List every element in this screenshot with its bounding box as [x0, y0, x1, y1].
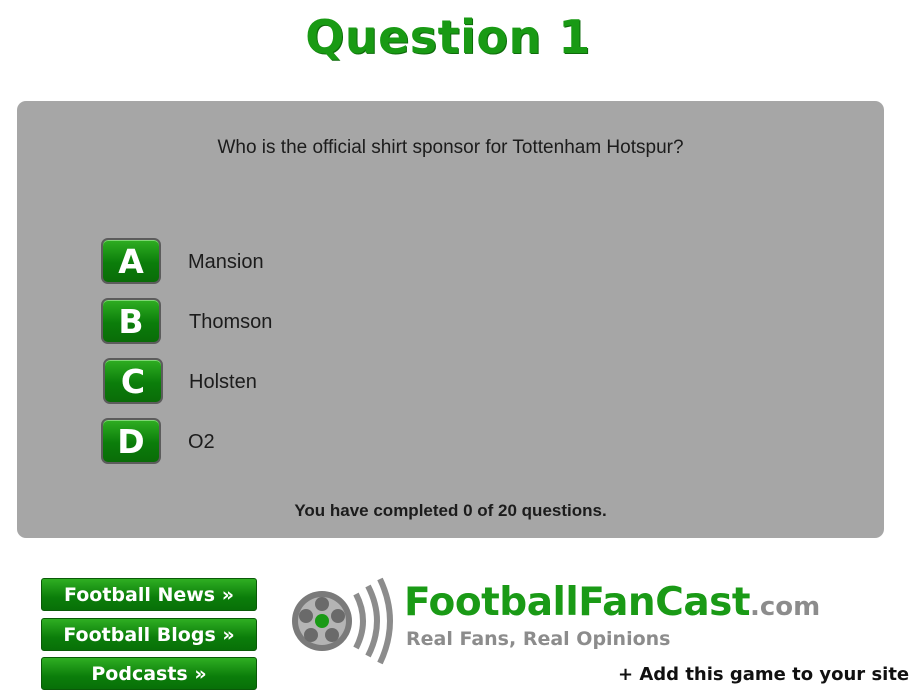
answer-b-button[interactable]: B: [101, 298, 161, 344]
quiz-page: Question 1 Who is the official shirt spo…: [0, 0, 912, 697]
question-text: Who is the official shirt sponsor for To…: [217, 137, 684, 158]
podcasts-button[interactable]: Podcasts »: [41, 657, 257, 690]
answer-option-b[interactable]: B Thomson: [101, 298, 601, 346]
answer-d-text: O2: [188, 431, 215, 453]
answer-option-d[interactable]: D O2: [101, 418, 601, 466]
logo-tld: .com: [750, 592, 821, 622]
answer-d-button[interactable]: D: [101, 418, 161, 464]
football-news-button[interactable]: Football News »: [41, 578, 257, 611]
logo-name: FootballFanCast: [404, 580, 751, 625]
quiz-panel: Who is the official shirt sponsor for To…: [17, 101, 884, 538]
progress-text: You have completed 0 of 20 questions.: [294, 501, 607, 520]
answer-option-a[interactable]: A Mansion: [101, 238, 601, 286]
question-title: Question 1: [305, 10, 591, 64]
add-game-link[interactable]: + Add this game to your site: [618, 664, 909, 685]
logo-tagline: Real Fans, Real Opinions: [406, 628, 671, 650]
answer-c-button[interactable]: C: [103, 358, 163, 404]
answer-option-c[interactable]: C Holsten: [103, 358, 603, 406]
logo-wordmark: FootballFanCast.com: [404, 580, 820, 625]
answer-b-text: Thomson: [189, 311, 273, 333]
football-signal-icon: [292, 577, 393, 665]
answer-c-text: Holsten: [189, 371, 257, 393]
footballfancast-logo[interactable]: FootballFanCast.com Real Fans, Real Opin…: [290, 576, 900, 666]
answer-a-button[interactable]: A: [101, 238, 161, 284]
football-blogs-button[interactable]: Football Blogs »: [41, 618, 257, 651]
answer-a-text: Mansion: [188, 251, 264, 273]
